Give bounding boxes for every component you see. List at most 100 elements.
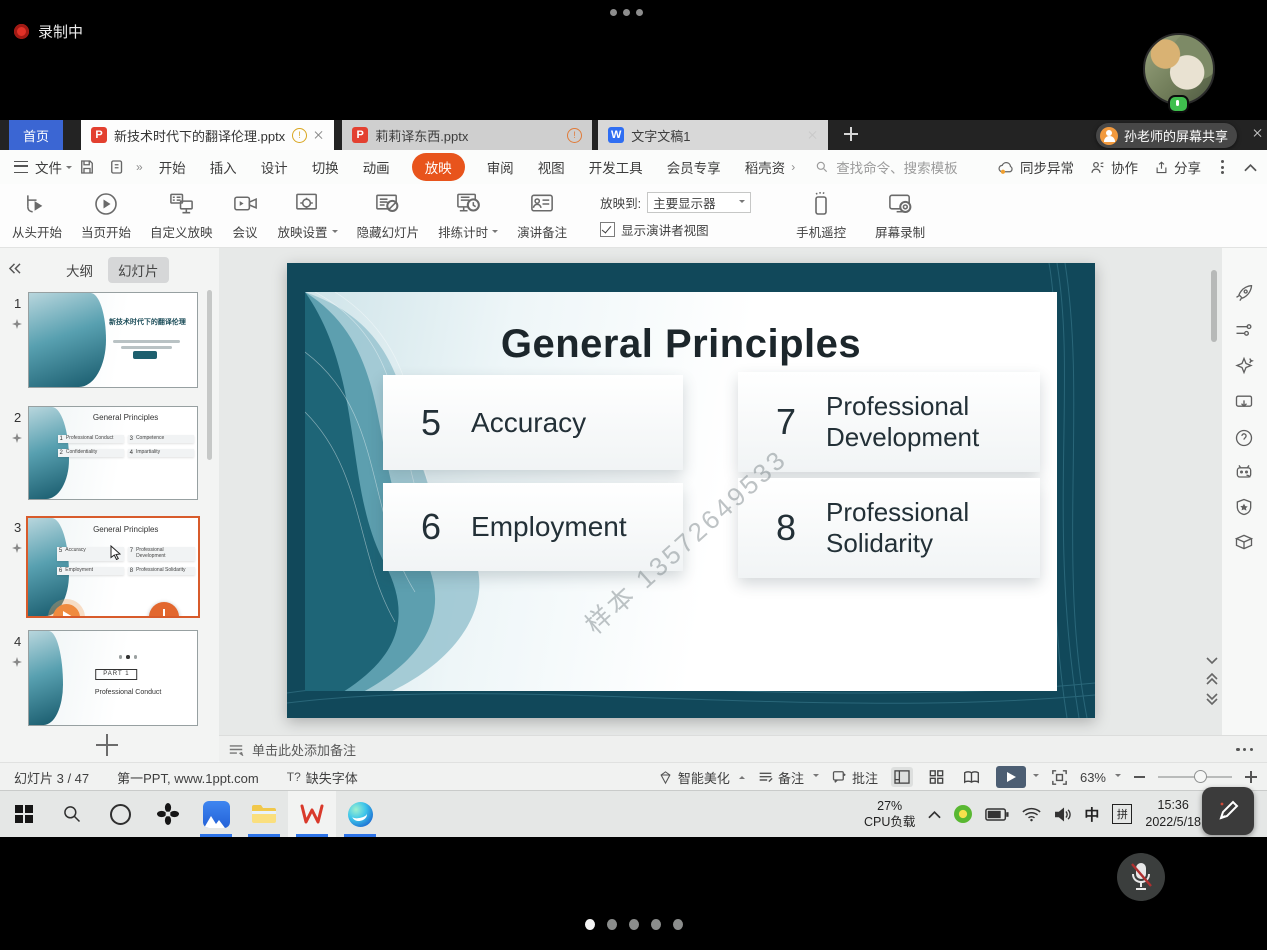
menu-item[interactable]: 插入 (210, 157, 237, 177)
wps-office-button[interactable] (288, 791, 336, 837)
play-from-current-button[interactable]: 当页开始 (81, 191, 131, 241)
normal-view-button[interactable] (891, 767, 913, 787)
command-search-input[interactable]: 查找命令、搜索模板 (815, 157, 1020, 177)
speaker-notes-button[interactable]: 演讲备注 (517, 191, 567, 241)
home-tab[interactable]: 首页 (9, 120, 63, 150)
share-button[interactable]: 分享 (1154, 157, 1201, 177)
service-robot-icon[interactable] (1234, 462, 1254, 487)
slide-thumbnail-4[interactable]: 4 PART 1 Professional Conduct (0, 630, 219, 730)
sync-status[interactable]: 同步异常 (998, 157, 1074, 177)
sparkle-star-icon[interactable] (1234, 356, 1254, 381)
menu-item[interactable]: 动画 (363, 157, 390, 177)
zoom-out-button[interactable] (1134, 776, 1145, 778)
ime-mode-indicator[interactable]: 拼 (1112, 804, 1132, 824)
privilege-shield-icon[interactable] (1234, 497, 1254, 522)
slide-thumbnail-2[interactable]: 2 General Principles 1Professional Condu… (0, 406, 219, 506)
menu-item[interactable]: 开发工具 (589, 157, 643, 177)
collaborate-button[interactable]: 协作 (1090, 157, 1138, 177)
help-icon[interactable] (1234, 428, 1254, 453)
slide-editor[interactable]: General Principles 5 Accuracy 7 Professi… (287, 263, 1095, 718)
canvas-scrollbar[interactable] (1211, 270, 1217, 342)
microphone-muted-button[interactable] (1117, 853, 1165, 901)
menu-item[interactable]: 会员专享 (667, 157, 721, 177)
slide-thumbnail-3-selected[interactable]: 3 General Principles 5Accuracy 7Professi… (0, 516, 219, 636)
slide-thumbnail-1[interactable]: 1 新技术时代下的翻译伦理 (0, 292, 219, 392)
document-tab-active[interactable]: P 新技术时代下的翻译伦理.pptx ! (81, 120, 334, 150)
tab-outline[interactable]: 大纲 (66, 260, 93, 280)
panel-scrollbar[interactable] (207, 290, 212, 460)
add-slide-button[interactable] (96, 734, 118, 756)
adjust-sliders-icon[interactable] (1234, 320, 1254, 345)
tab-slides[interactable]: 幻灯片 (108, 257, 169, 283)
reading-view-button[interactable] (961, 767, 983, 787)
taskbar-search-button[interactable] (48, 791, 96, 837)
file-menu[interactable]: 文件 (35, 157, 62, 177)
phone-remote-button[interactable]: 手机遥控 (796, 191, 846, 241)
menu-item[interactable]: 稻壳资 (745, 157, 786, 177)
close-tab-icon[interactable] (808, 130, 818, 140)
presenter-view-checkbox[interactable] (600, 222, 615, 237)
menu-item[interactable]: 设计 (261, 157, 288, 177)
zoom-slider-knob[interactable] (1194, 770, 1207, 783)
more-menu-icon[interactable] (1217, 160, 1228, 174)
meeting-app-button[interactable] (192, 791, 240, 837)
play-from-start-button[interactable]: 从头开始 (12, 191, 62, 241)
next-slide-button[interactable] (1206, 692, 1218, 710)
start-button[interactable] (0, 791, 48, 837)
output-button[interactable] (108, 158, 126, 176)
tray-expand-icon[interactable] (928, 810, 941, 819)
zoom-in-button[interactable] (1245, 771, 1257, 783)
notes-resize-handle-icon[interactable] (1236, 748, 1253, 751)
wifi-icon[interactable] (1022, 807, 1041, 822)
edge-browser-button[interactable] (336, 791, 384, 837)
notes-toggle-button[interactable]: 备注 (758, 768, 819, 787)
cortana-button[interactable] (96, 791, 144, 837)
collapse-panel-icon[interactable] (8, 262, 21, 277)
menu-item-active[interactable]: 放映 (412, 153, 465, 181)
hamburger-icon[interactable] (14, 161, 28, 173)
custom-show-button[interactable]: 自定义放映 (150, 191, 213, 241)
document-tab[interactable]: P 莉莉译东西.pptx ! (342, 120, 592, 150)
display-target-select[interactable]: 主要显示器 (647, 192, 751, 213)
document-tab[interactable]: W 文字文稿1 (598, 120, 828, 150)
close-tab-icon[interactable] (314, 130, 324, 140)
slideshow-play-button[interactable] (996, 766, 1026, 788)
antivirus-tray-icon[interactable] (954, 805, 972, 823)
comments-button[interactable]: 批注 (832, 768, 878, 787)
overlay-drag-handle[interactable] (610, 9, 643, 16)
previous-slide-button[interactable] (1206, 672, 1218, 690)
screen-record-button[interactable]: 屏幕录制 (875, 191, 925, 241)
hide-slide-button[interactable]: 隐藏幻灯片 (357, 191, 420, 241)
scroll-down-icon[interactable] (1206, 652, 1218, 670)
menu-item[interactable]: 开始 (159, 157, 186, 177)
missing-font-warning[interactable]: T? 缺失字体 (287, 768, 358, 787)
battery-icon[interactable] (985, 808, 1009, 821)
speaker-icon[interactable] (1054, 807, 1071, 822)
file-explorer-button[interactable] (240, 791, 288, 837)
rocket-icon[interactable] (1234, 284, 1254, 309)
overlay-page-dots[interactable] (585, 919, 683, 930)
menu-item[interactable]: 切换 (312, 157, 339, 177)
menu-item[interactable]: 视图 (538, 157, 565, 177)
fit-to-window-icon[interactable] (1052, 770, 1067, 785)
slide-item-card[interactable]: 5 Accuracy (383, 375, 683, 470)
slide-item-card[interactable]: 8 Professional Solidarity (738, 478, 1040, 578)
cast-screen-icon[interactable] (1234, 392, 1254, 417)
pinwheel-app-button[interactable] (144, 791, 192, 837)
notes-input[interactable]: 单击此处添加备注 (219, 735, 1267, 762)
play-options-caret-icon[interactable] (1033, 774, 1039, 780)
taskbar-clock[interactable]: 15:36 2022/5/18 (1145, 797, 1201, 831)
zoom-slider[interactable] (1158, 776, 1232, 778)
show-settings-button[interactable]: 放映设置 (278, 191, 338, 241)
slide-title[interactable]: General Principles (305, 322, 1057, 367)
cpu-load-indicator[interactable]: 27% CPU负载 (864, 798, 915, 831)
slide-sorter-view-button[interactable] (926, 767, 948, 787)
collapse-ribbon-icon[interactable] (1244, 163, 1257, 172)
save-button[interactable] (78, 158, 96, 176)
resource-box-icon[interactable] (1234, 532, 1254, 557)
zoom-level[interactable]: 63% (1080, 770, 1121, 785)
rehearse-timing-button[interactable]: 排练计时 (438, 191, 498, 241)
smart-beautify-button[interactable]: 智能美化 (658, 768, 745, 787)
more-quick-actions-icon[interactable]: » (136, 160, 143, 174)
meeting-button[interactable]: 会议 (232, 191, 259, 241)
